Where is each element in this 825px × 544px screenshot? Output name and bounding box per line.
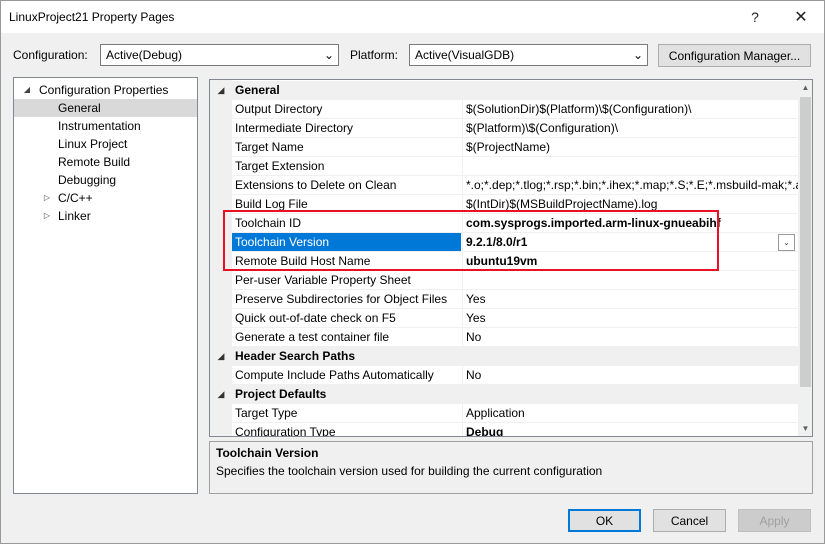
property-tree: ◢ Configuration Properties General Instr… — [13, 77, 198, 494]
expanded-icon[interactable]: ◢ — [216, 385, 226, 404]
chevron-down-icon: ⌄ — [323, 48, 335, 62]
platform-value: Active(VisualGDB) — [415, 48, 515, 62]
tree-item-label: Linker — [58, 209, 91, 223]
property-name: Per-user Variable Property Sheet — [235, 273, 411, 287]
ok-button[interactable]: OK — [568, 509, 641, 532]
scroll-thumb[interactable] — [800, 97, 811, 387]
property-value[interactable]: *.o;*.dep;*.tlog;*.rsp;*.bin;*.ihex;*.ma… — [462, 176, 798, 194]
expanded-icon[interactable]: ◢ — [216, 81, 226, 100]
property-value[interactable]: No — [462, 366, 798, 384]
category-label: Project Defaults — [235, 387, 327, 401]
category-general[interactable]: ◢ General — [210, 81, 798, 100]
property-name: Output Directory — [235, 102, 323, 116]
category-label: Header Search Paths — [235, 349, 356, 363]
tree-item-linker[interactable]: ▷ Linker — [14, 207, 197, 225]
property-value[interactable]: Application — [462, 404, 798, 422]
property-row[interactable]: Generate a test container file No — [210, 328, 798, 347]
property-value[interactable]: Yes — [462, 290, 798, 308]
property-value[interactable]: $(ProjectName) — [462, 138, 798, 156]
vertical-scrollbar[interactable]: ▲ ▼ — [798, 80, 812, 436]
property-value[interactable] — [462, 157, 798, 175]
description-title: Toolchain Version — [216, 446, 319, 460]
category-header-search-paths[interactable]: ◢ Header Search Paths — [210, 347, 798, 366]
tree-item-instrumentation[interactable]: Instrumentation — [14, 117, 197, 135]
property-name: Intermediate Directory — [235, 121, 354, 135]
configuration-label: Configuration: — [13, 48, 88, 62]
configuration-value: Active(Debug) — [106, 48, 183, 62]
property-value[interactable]: Debug — [462, 423, 798, 436]
category-project-defaults[interactable]: ◢ Project Defaults — [210, 385, 798, 404]
tree-item-label: C/C++ — [58, 191, 93, 205]
property-name: Target Name — [235, 140, 304, 154]
property-value[interactable]: $(Platform)\$(Configuration)\ — [462, 119, 798, 137]
property-value[interactable]: $(SolutionDir)$(Platform)\$(Configuratio… — [462, 100, 798, 118]
cancel-button[interactable]: Cancel — [653, 509, 726, 532]
property-row[interactable]: Configuration Type Debug — [210, 423, 798, 437]
property-value[interactable] — [462, 271, 798, 289]
property-name: Generate a test container file — [235, 330, 390, 344]
collapsed-icon[interactable]: ▷ — [42, 207, 52, 225]
tree-item-label: Debugging — [58, 173, 117, 187]
title-bar: LinuxProject21 Property Pages ? ✕ — [1, 1, 824, 33]
property-row[interactable]: Target Name $(ProjectName) — [210, 138, 798, 157]
property-row[interactable]: Intermediate Directory $(Platform)\$(Con… — [210, 119, 798, 138]
property-name: Compute Include Paths Automatically — [235, 368, 434, 382]
platform-dropdown[interactable]: Active(VisualGDB) ⌄ — [409, 44, 648, 66]
property-pages-dialog: LinuxProject21 Property Pages ? ✕ Config… — [0, 0, 825, 544]
description-panel: Toolchain Version Specifies the toolchai… — [209, 441, 813, 494]
property-name: Target Extension — [235, 159, 325, 173]
tree-root-label: Configuration Properties — [39, 83, 169, 97]
scroll-up-icon[interactable]: ▲ — [798, 80, 812, 95]
chevron-down-icon[interactable]: ⌄ — [778, 234, 795, 251]
property-row[interactable]: Output Directory $(SolutionDir)$(Platfor… — [210, 100, 798, 119]
tree-item-debugging[interactable]: Debugging — [14, 171, 197, 189]
scroll-down-icon[interactable]: ▼ — [798, 421, 812, 436]
tree-root-configuration-properties[interactable]: ◢ Configuration Properties — [14, 81, 197, 99]
apply-button[interactable]: Apply — [738, 509, 811, 532]
tree-item-c-cpp[interactable]: ▷ C/C++ — [14, 189, 197, 207]
property-name: Preserve Subdirectories for Object Files — [235, 292, 448, 306]
close-icon[interactable]: ✕ — [778, 1, 824, 33]
help-icon[interactable]: ? — [732, 1, 778, 33]
property-name: Quick out-of-date check on F5 — [235, 311, 396, 325]
annotation-highlight-box — [223, 210, 719, 271]
tree-item-label: Instrumentation — [58, 119, 141, 133]
property-name: Configuration Type — [235, 425, 336, 437]
expanded-icon[interactable]: ◢ — [22, 81, 32, 99]
property-value[interactable]: Yes — [462, 309, 798, 327]
property-row[interactable]: Preserve Subdirectories for Object Files… — [210, 290, 798, 309]
tree-item-general[interactable]: General — [14, 99, 197, 117]
property-name: Target Type — [235, 406, 298, 420]
property-row[interactable]: Target Type Application — [210, 404, 798, 423]
platform-label: Platform: — [350, 48, 399, 62]
configuration-manager-button[interactable]: Configuration Manager... — [658, 44, 811, 67]
window-title: LinuxProject21 Property Pages — [9, 10, 175, 24]
property-row[interactable]: Extensions to Delete on Clean *.o;*.dep;… — [210, 176, 798, 195]
property-row[interactable]: Compute Include Paths Automatically No — [210, 366, 798, 385]
chevron-down-icon: ⌄ — [632, 48, 644, 62]
property-row[interactable]: Quick out-of-date check on F5 Yes — [210, 309, 798, 328]
collapsed-icon[interactable]: ▷ — [42, 189, 52, 207]
property-value[interactable]: No — [462, 328, 798, 346]
property-row[interactable]: Per-user Variable Property Sheet — [210, 271, 798, 290]
expanded-icon[interactable]: ◢ — [216, 347, 226, 366]
category-label: General — [235, 83, 280, 97]
tree-item-label: Linux Project — [58, 137, 128, 151]
tree-item-linux-project[interactable]: Linux Project — [14, 135, 197, 153]
tree-item-label: General — [58, 101, 101, 115]
property-name: Extensions to Delete on Clean — [235, 178, 397, 192]
description-text: Specifies the toolchain version used for… — [216, 464, 603, 478]
tree-item-remote-build[interactable]: Remote Build — [14, 153, 197, 171]
configuration-dropdown[interactable]: Active(Debug) ⌄ — [100, 44, 339, 66]
property-row[interactable]: Target Extension — [210, 157, 798, 176]
tree-item-label: Remote Build — [58, 155, 131, 169]
